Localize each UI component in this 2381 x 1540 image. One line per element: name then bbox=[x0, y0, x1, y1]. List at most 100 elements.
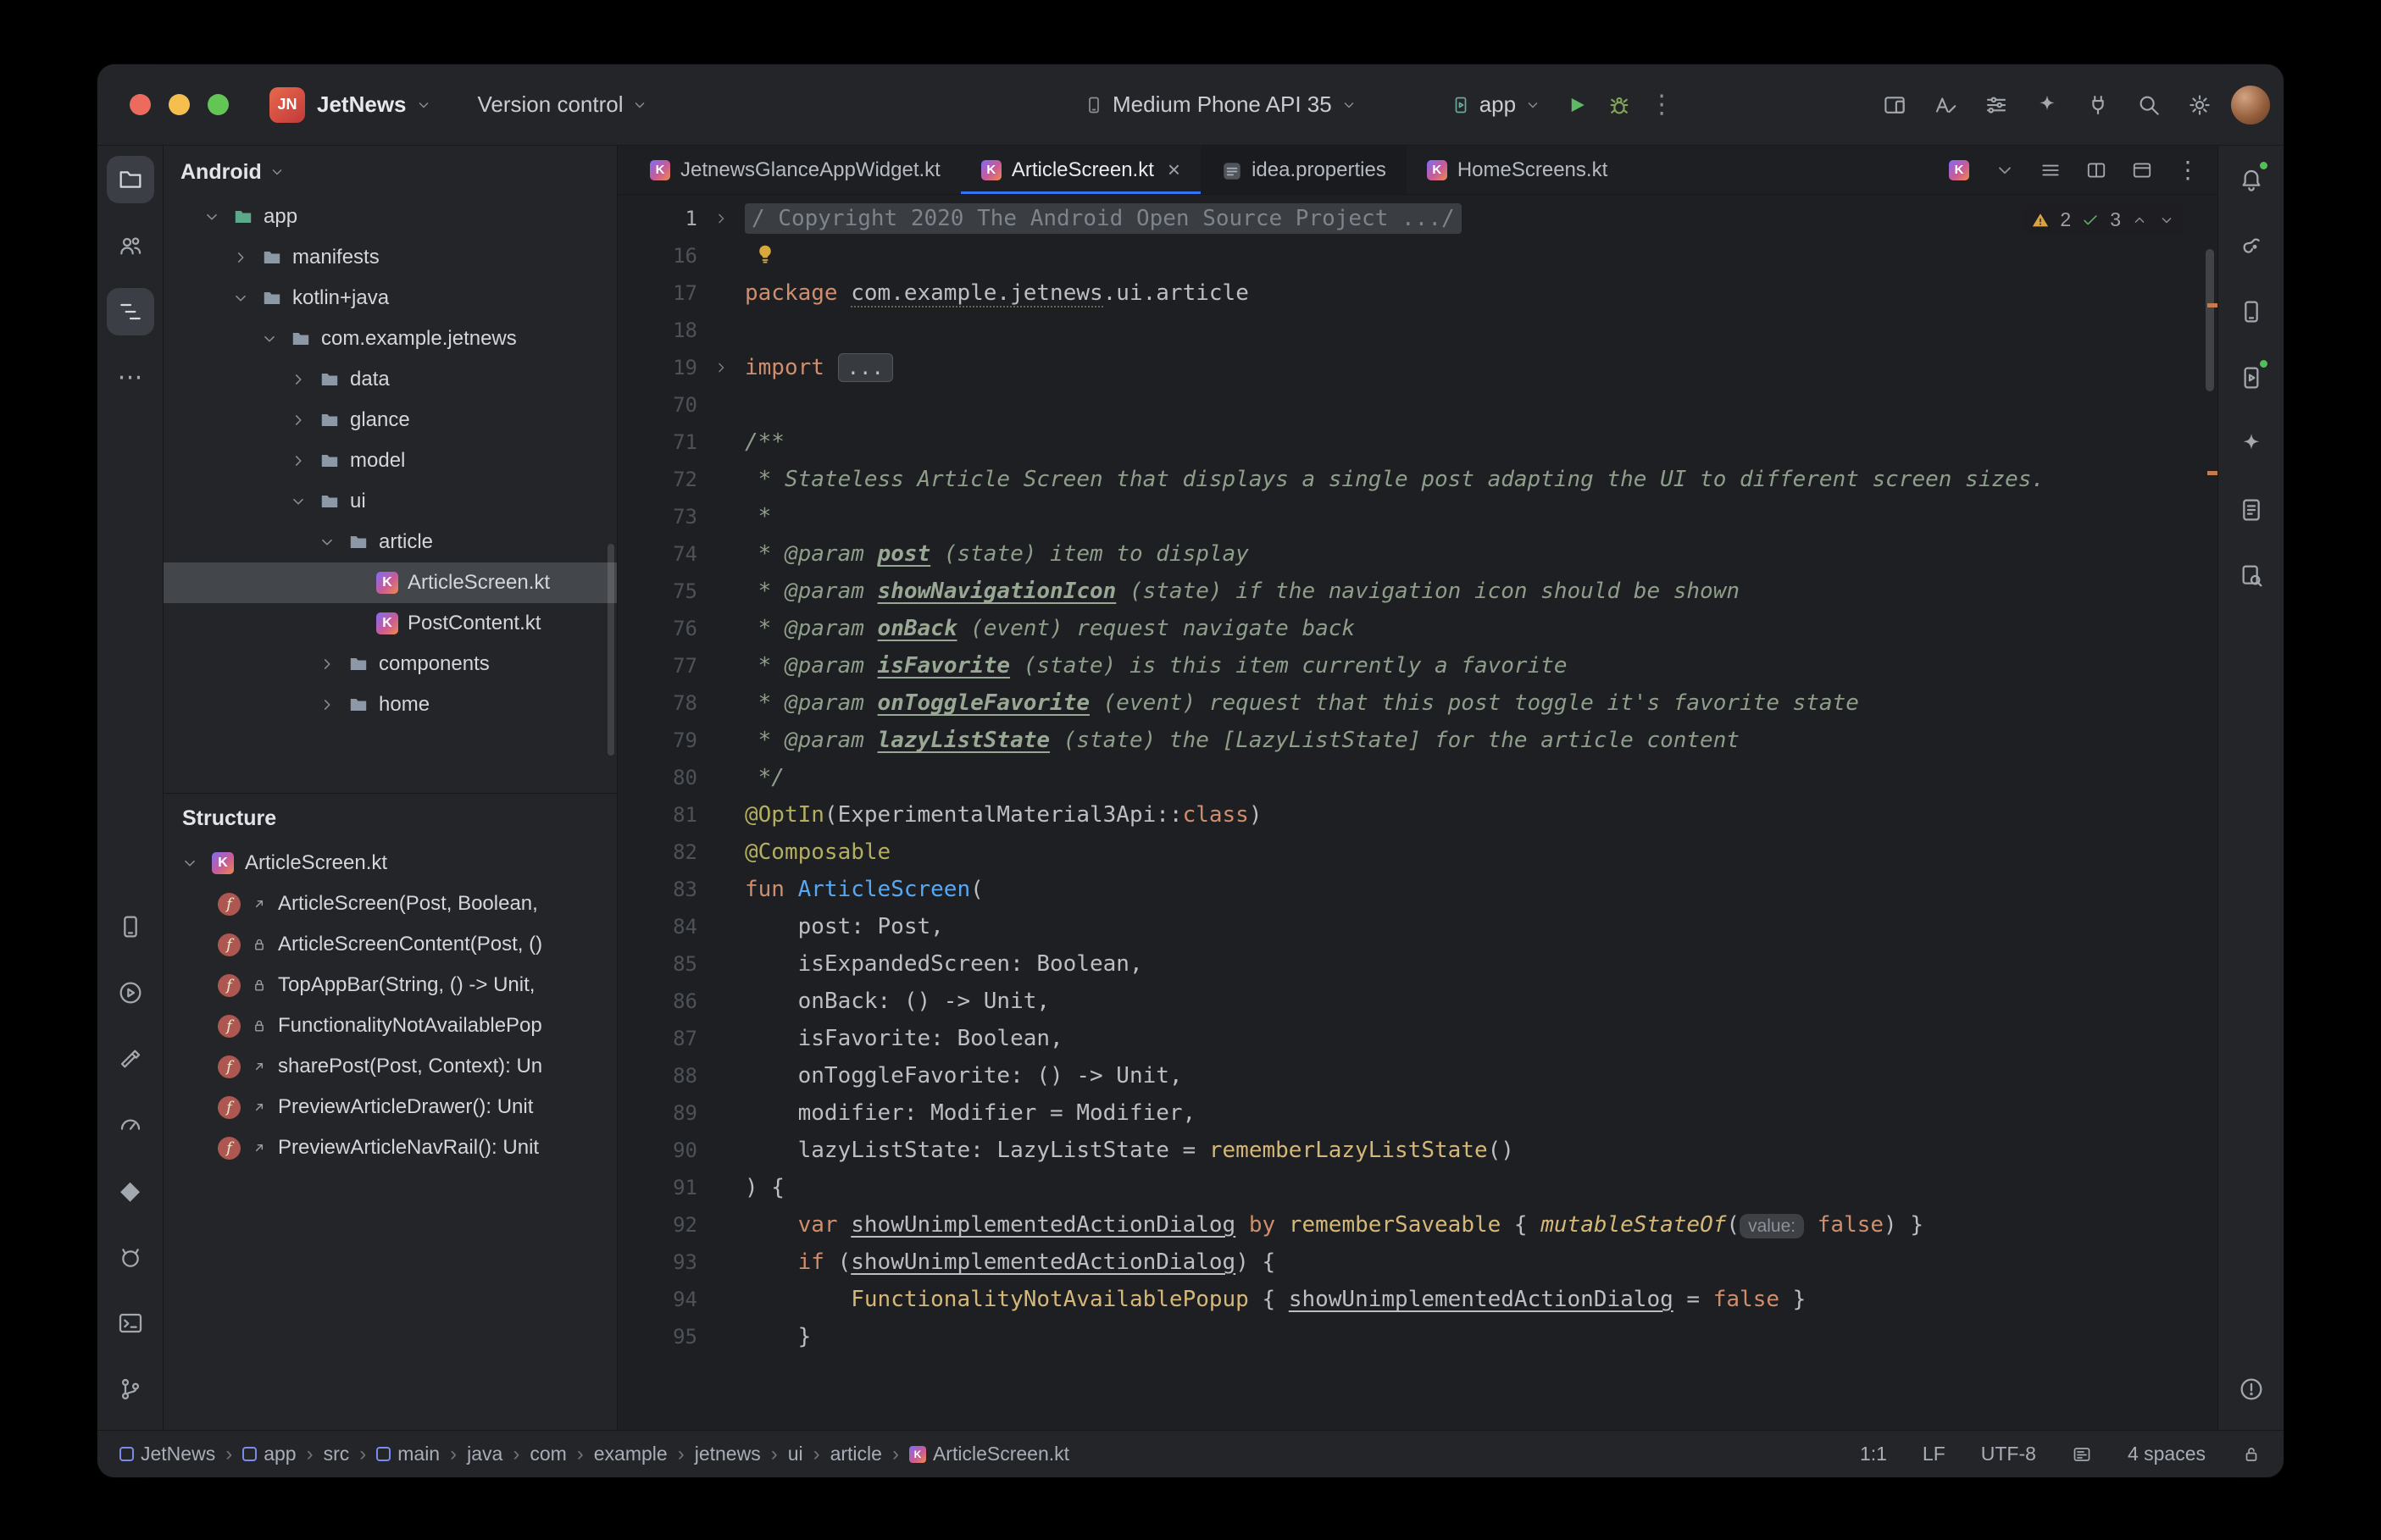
chevron-right-icon[interactable] bbox=[316, 653, 338, 675]
line-number[interactable]: 75 bbox=[618, 573, 697, 610]
close-tab-icon[interactable]: × bbox=[1168, 157, 1180, 183]
breadcrumb-article[interactable]: article bbox=[830, 1443, 882, 1465]
structure-item-previewarticlenavrail-unit[interactable]: fPreviewArticleNavRail(): Unit bbox=[164, 1127, 617, 1168]
caret-position[interactable]: 1:1 bbox=[1860, 1443, 1887, 1465]
version-control-icon[interactable] bbox=[107, 1366, 154, 1413]
build-icon[interactable] bbox=[107, 1035, 154, 1083]
code-line[interactable]: 73 * bbox=[618, 498, 2217, 535]
code-line[interactable]: 71/** bbox=[618, 424, 2217, 461]
line-number[interactable]: 18 bbox=[618, 312, 697, 349]
file-encoding[interactable]: UTF-8 bbox=[1981, 1443, 2036, 1465]
code-line[interactable]: 18 bbox=[618, 312, 2217, 349]
structure-root-articlescreen-kt[interactable]: KArticleScreen.kt bbox=[164, 843, 617, 884]
code-line[interactable]: 83fun ArticleScreen( bbox=[618, 871, 2217, 908]
structure-item-previewarticledrawer-unit[interactable]: fPreviewArticleDrawer(): Unit bbox=[164, 1087, 617, 1127]
structure-item-topappbar-string-unit[interactable]: fTopAppBar(String, () -> Unit, bbox=[164, 965, 617, 1005]
code-editor[interactable]: 1/ Copyright 2020 The Android Open Sourc… bbox=[618, 195, 2217, 1430]
line-number[interactable]: 87 bbox=[618, 1020, 697, 1057]
gradle-icon[interactable] bbox=[2228, 222, 2275, 269]
close-window-button[interactable] bbox=[130, 94, 151, 115]
project-tree-item-home[interactable]: home bbox=[164, 684, 617, 725]
filters-icon[interactable] bbox=[1977, 86, 2016, 125]
code-line[interactable]: 72 * Stateless Article Screen that displ… bbox=[618, 461, 2217, 498]
code-line[interactable]: 84 post: Post, bbox=[618, 908, 2217, 945]
vcs-widget[interactable]: Version control bbox=[466, 83, 661, 126]
search-icon[interactable] bbox=[2129, 86, 2168, 125]
code-line[interactable]: 76 * @param onBack (event) request navig… bbox=[618, 610, 2217, 647]
code-line[interactable]: 79 * @param lazyListState (state) the [L… bbox=[618, 722, 2217, 759]
line-number[interactable]: 93 bbox=[618, 1244, 697, 1281]
project-tree-item-model[interactable]: model bbox=[164, 440, 617, 481]
ai-edit-icon[interactable] bbox=[1926, 86, 1965, 125]
intention-bulb-icon[interactable] bbox=[753, 242, 779, 268]
project-tree-item-app[interactable]: app bbox=[164, 197, 617, 237]
line-number[interactable]: 71 bbox=[618, 424, 697, 461]
line-number[interactable]: 72 bbox=[618, 461, 697, 498]
breadcrumb-com[interactable]: com bbox=[530, 1443, 566, 1465]
code-line[interactable]: 17package com.example.jetnews.ui.article bbox=[618, 274, 2217, 312]
line-number[interactable]: 19 bbox=[618, 349, 697, 386]
project-scrollbar[interactable] bbox=[608, 544, 614, 756]
lock-icon[interactable] bbox=[2241, 1444, 2262, 1465]
chevron-down-icon[interactable] bbox=[258, 328, 280, 350]
code-line[interactable]: 86 onBack: () -> Unit, bbox=[618, 983, 2217, 1020]
line-number[interactable]: 73 bbox=[618, 498, 697, 535]
fold-marker-icon[interactable] bbox=[697, 200, 745, 237]
breadcrumb-ui[interactable]: ui bbox=[788, 1443, 803, 1465]
code-line[interactable]: 77 * @param isFavorite (state) is this i… bbox=[618, 647, 2217, 684]
code-line[interactable]: 1/ Copyright 2020 The Android Open Sourc… bbox=[618, 200, 2217, 237]
chevron-down-icon[interactable] bbox=[1990, 156, 2019, 185]
line-number[interactable]: 80 bbox=[618, 759, 697, 796]
settings-icon[interactable] bbox=[2180, 86, 2219, 125]
line-number[interactable]: 82 bbox=[618, 834, 697, 871]
chevron-right-icon[interactable] bbox=[287, 450, 309, 472]
line-number[interactable]: 88 bbox=[618, 1057, 697, 1094]
error-stripe-mark[interactable] bbox=[2207, 471, 2217, 475]
line-number[interactable]: 77 bbox=[618, 647, 697, 684]
code-line[interactable]: 94 FunctionalityNotAvailablePopup { show… bbox=[618, 1281, 2217, 1318]
fullscreen-window-button[interactable] bbox=[208, 94, 229, 115]
breadcrumb-main[interactable]: main bbox=[376, 1443, 440, 1465]
line-number[interactable]: 95 bbox=[618, 1318, 697, 1355]
more-tool-windows-icon[interactable]: ⋯ bbox=[107, 354, 154, 402]
breadcrumb-src[interactable]: src bbox=[324, 1443, 350, 1465]
line-number[interactable]: 78 bbox=[618, 684, 697, 722]
breadcrumb-jetnews[interactable]: jetnews bbox=[695, 1443, 761, 1465]
indent-size[interactable]: 4 spaces bbox=[2128, 1443, 2206, 1465]
editor-window-icon[interactable] bbox=[2128, 156, 2156, 185]
terminal-icon[interactable] bbox=[107, 1299, 154, 1347]
running-devices-icon[interactable] bbox=[107, 969, 154, 1017]
code-line[interactable]: 87 isFavorite: Boolean, bbox=[618, 1020, 2217, 1057]
line-number[interactable]: 94 bbox=[618, 1281, 697, 1318]
code-line[interactable]: 75 * @param showNavigationIcon (state) i… bbox=[618, 573, 2217, 610]
fold-marker-icon[interactable] bbox=[697, 349, 745, 386]
project-tree-item-article[interactable]: article bbox=[164, 522, 617, 562]
line-number[interactable]: 85 bbox=[618, 945, 697, 983]
tab-homescreens-kt[interactable]: KHomeScreens.kt bbox=[1407, 146, 1628, 194]
device-manager-icon[interactable] bbox=[107, 903, 154, 950]
project-tree-item-articlescreen-kt[interactable]: KArticleScreen.kt bbox=[164, 562, 617, 603]
project-tree-item-ui[interactable]: ui bbox=[164, 481, 617, 522]
editor-list-icon[interactable] bbox=[2036, 156, 2065, 185]
project-tree-item-components[interactable]: components bbox=[164, 644, 617, 684]
project-tree-item-postcontent-kt[interactable]: KPostContent.kt bbox=[164, 603, 617, 644]
tab-jetnewsglanceappwidget-kt[interactable]: KJetnewsGlanceAppWidget.kt bbox=[630, 146, 961, 194]
structure-item-articlescreencontent-post[interactable]: fArticleScreenContent(Post, () bbox=[164, 924, 617, 965]
line-number[interactable]: 70 bbox=[618, 386, 697, 424]
tab-articlescreen-kt[interactable]: KArticleScreen.kt× bbox=[961, 146, 1201, 194]
chevron-down-icon[interactable] bbox=[316, 531, 338, 553]
line-number[interactable]: 86 bbox=[618, 983, 697, 1020]
project-tree-item-com-example-jetnews[interactable]: com.example.jetnews bbox=[164, 319, 617, 359]
chevron-right-icon[interactable] bbox=[230, 247, 252, 269]
breadcrumb-java[interactable]: java bbox=[467, 1443, 502, 1465]
structure-icon[interactable] bbox=[107, 288, 154, 335]
inspections-widget[interactable]: 2 3 bbox=[2023, 205, 2184, 235]
line-number[interactable]: 17 bbox=[618, 274, 697, 312]
code-line[interactable]: 16 bbox=[618, 237, 2217, 274]
code-line[interactable]: 74 * @param post (state) item to display bbox=[618, 535, 2217, 573]
chevron-down-icon[interactable] bbox=[287, 490, 309, 512]
app-insights-icon[interactable] bbox=[2228, 486, 2275, 534]
project-icon[interactable] bbox=[107, 156, 154, 203]
tab-idea-properties[interactable]: idea.properties bbox=[1201, 146, 1407, 194]
breadcrumb-jetnews[interactable]: JetNews bbox=[119, 1443, 215, 1465]
